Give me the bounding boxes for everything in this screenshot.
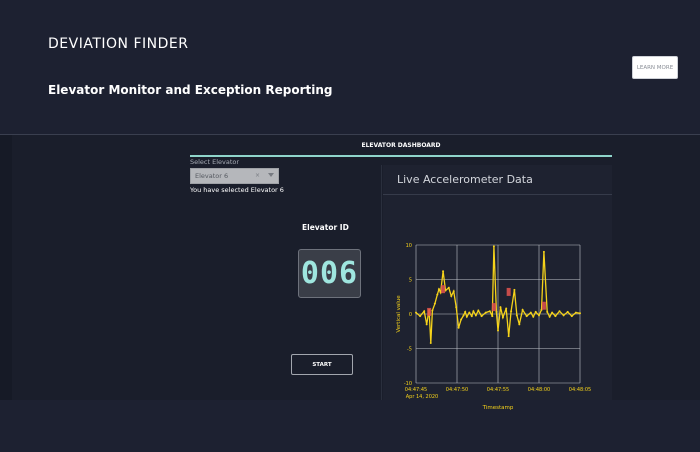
anomaly-marker — [491, 303, 496, 312]
series-point — [470, 315, 473, 318]
chart-title: Live Accelerometer Data — [397, 173, 533, 186]
series-point — [464, 310, 467, 313]
series-point — [558, 310, 561, 313]
series-point — [542, 250, 545, 253]
elevator-id-label: Elevator ID — [302, 223, 349, 232]
series-point — [515, 314, 518, 317]
series-point — [529, 311, 532, 314]
series-point — [538, 314, 540, 317]
x-axis-label: Timestamp — [482, 405, 514, 411]
selection-message: You have selected Elevator 6 — [190, 186, 284, 194]
series-point — [554, 315, 557, 318]
series-point — [450, 295, 453, 298]
series-point — [525, 315, 528, 318]
series-point — [460, 318, 463, 321]
series-point — [423, 310, 426, 313]
series-point — [548, 315, 551, 318]
series-point — [507, 335, 510, 338]
series-point — [457, 326, 460, 329]
series-point — [429, 341, 432, 344]
series-point — [415, 311, 417, 314]
series-point — [518, 323, 521, 326]
series-point — [462, 314, 465, 317]
series-point — [546, 310, 549, 313]
series-point — [465, 315, 468, 318]
series-point — [425, 323, 428, 326]
series-point — [437, 288, 440, 291]
series-point — [477, 309, 480, 312]
learn-more-button[interactable]: LEARN MORE — [632, 56, 678, 79]
series-point — [570, 315, 573, 318]
series-point — [521, 308, 524, 311]
series-point — [501, 316, 504, 319]
series-point — [492, 245, 495, 248]
left-strip — [0, 135, 12, 400]
app-title: DEVIATION FINDER — [48, 36, 189, 52]
series-point — [551, 311, 554, 314]
series-point — [431, 309, 434, 312]
series-point — [447, 286, 450, 289]
series-point — [513, 288, 516, 291]
series-point — [488, 310, 491, 313]
x-tick-label: 04:47:50 — [446, 387, 468, 393]
x-tick-label: 04:47:55 — [487, 387, 509, 393]
series-point — [574, 311, 577, 314]
series-point — [566, 310, 569, 313]
x-date-label: Apr 14, 2020 — [406, 394, 439, 400]
y-axis-label: Vertical value — [396, 295, 402, 333]
anomaly-marker — [441, 285, 446, 294]
series-point — [474, 314, 477, 317]
series-point — [495, 310, 498, 313]
series-point — [499, 306, 502, 309]
series-point — [497, 329, 499, 332]
select-elevator-label: Select Elevator — [190, 158, 240, 166]
y-tick-label: 0 — [409, 312, 412, 318]
tab-dashboard-label: ELEVATOR DASHBOARD — [361, 142, 441, 149]
series-point — [468, 311, 471, 314]
series-point — [436, 293, 439, 296]
elevator-select-value: Elevator 6 — [195, 172, 229, 180]
anomaly-marker — [427, 307, 432, 316]
clear-icon[interactable]: × — [255, 172, 260, 179]
y-tick-label: 5 — [409, 278, 412, 284]
series-point — [562, 314, 565, 317]
series-point — [534, 310, 537, 313]
app-header — [0, 0, 700, 134]
series-point — [491, 315, 494, 318]
x-tick-label: 04:47:45 — [405, 387, 427, 393]
elevator-id-display: 006 — [298, 249, 361, 298]
series-point — [532, 315, 535, 318]
series-point — [484, 311, 487, 314]
y-tick-label: 10 — [406, 243, 412, 249]
tab-active-indicator — [190, 155, 612, 157]
elevator-id-value: 006 — [300, 256, 359, 291]
accelerometer-chart: -10-5051004:47:45 04:47:50 04:47:55 04:48:0… — [396, 243, 591, 411]
anomaly-marker — [541, 301, 546, 310]
anomaly-marker — [506, 287, 511, 296]
series-point — [452, 290, 455, 293]
start-button[interactable]: START — [291, 354, 353, 375]
y-tick-label: -5 — [407, 347, 412, 353]
series-point — [442, 270, 445, 273]
series-point — [455, 306, 458, 309]
series-point — [419, 315, 422, 318]
series-point — [579, 312, 581, 315]
chart-separator — [381, 165, 382, 400]
series-point — [433, 302, 436, 305]
series-point — [472, 310, 475, 313]
series-point — [480, 315, 483, 318]
series-point — [505, 307, 508, 310]
chevron-down-icon[interactable] — [268, 173, 274, 177]
elevator-select[interactable]: Elevator 6 — [190, 168, 279, 184]
x-tick-label: 04:48:05 — [569, 387, 591, 393]
chart-title-divider — [383, 194, 612, 195]
app-subtitle: Elevator Monitor and Exception Reporting — [48, 83, 333, 97]
series-point — [510, 310, 513, 313]
x-tick-label: 04:48:00 — [528, 387, 550, 393]
